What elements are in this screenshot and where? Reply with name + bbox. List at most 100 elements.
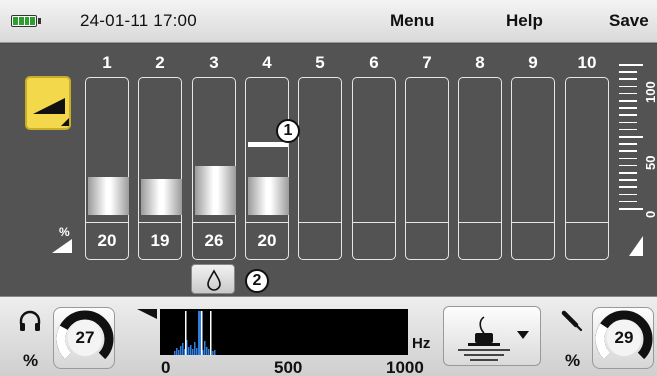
spectrum-line — [210, 311, 212, 355]
spectrum-bar — [188, 347, 190, 355]
scale-label-50: 50 — [643, 155, 657, 170]
channel-peak-marker — [248, 142, 288, 147]
spectrum-bar — [192, 349, 194, 355]
channel-value — [405, 222, 449, 260]
channel-level-fill — [140, 179, 182, 215]
ramp-right-icon — [629, 236, 643, 256]
scale-tick — [619, 85, 637, 88]
channel-value — [352, 222, 396, 260]
sensor-select-button[interactable] — [443, 306, 541, 366]
channel-number: 1 — [102, 53, 112, 72]
channel-number: 10 — [577, 53, 597, 72]
headphone-volume-value: 27 — [75, 328, 95, 347]
menu-button[interactable]: Menu — [390, 11, 434, 31]
scale-tick — [619, 179, 637, 181]
volume-mode-button[interactable] — [25, 76, 71, 130]
date-time: 24-01-11 17:00 — [80, 11, 197, 30]
channel-7[interactable] — [405, 77, 449, 261]
channel-level-fill — [87, 177, 129, 215]
scale-tick — [619, 164, 637, 167]
headphones-icon — [19, 310, 41, 331]
channel-number: 8 — [475, 53, 485, 72]
scale-tick — [619, 114, 637, 116]
scale-tick — [619, 186, 637, 188]
ramp-left-icon — [52, 239, 72, 253]
channel-1[interactable]: 20 — [85, 77, 129, 261]
channel-value — [511, 222, 555, 260]
headphone-volume-gauge[interactable]: 27 — [53, 307, 115, 369]
callout-1: 1 — [276, 119, 300, 143]
scale-tick — [619, 157, 637, 160]
channel-value: 26 — [192, 222, 236, 260]
channel-level-bar — [405, 77, 449, 222]
microphone-icon — [561, 310, 583, 332]
spectrum-bar — [212, 351, 214, 355]
channel-value — [458, 222, 502, 260]
spectrum-bar — [214, 350, 216, 355]
help-button[interactable]: Help — [506, 11, 543, 31]
battery-full-icon — [11, 15, 41, 27]
channel-5[interactable] — [298, 77, 342, 261]
spectrum-line — [185, 311, 187, 355]
scale-label-100: 100 — [643, 81, 657, 103]
callout-2: 2 — [245, 269, 269, 293]
channel-9[interactable] — [511, 77, 555, 261]
channel-value: 19 — [138, 222, 182, 260]
spectrum-line — [198, 311, 201, 355]
scale-tick — [619, 100, 637, 102]
channel-8[interactable] — [458, 77, 502, 261]
channel-number: 7 — [422, 53, 432, 72]
channel-number: 6 — [369, 53, 379, 72]
microphone-volume-value: 29 — [614, 328, 634, 347]
channel-number: 2 — [155, 53, 165, 72]
channel-level-bar — [298, 77, 342, 222]
scale-tick — [619, 64, 643, 66]
channel-4[interactable]: 20 — [245, 77, 289, 261]
channel-level-bar — [192, 77, 236, 222]
headphone-percent-label: % — [23, 351, 39, 370]
microphone-volume-gauge[interactable]: 29 — [592, 307, 654, 369]
scale-label-0: 0 — [643, 210, 657, 218]
save-button[interactable]: Save — [609, 11, 649, 31]
spectrum-bar — [180, 346, 182, 355]
scale-tick — [619, 128, 637, 131]
microphone-percent-label: % — [565, 351, 581, 370]
frequency-spectrum — [160, 309, 408, 355]
scale-tick — [619, 193, 637, 196]
channel-level-fill — [194, 166, 236, 215]
channel-level-bar — [511, 77, 555, 222]
triangle-down-icon — [517, 331, 529, 339]
spectrum-unit-label: Hz — [412, 335, 431, 352]
channel-level-bar — [138, 77, 182, 222]
spectrum-bar — [196, 348, 198, 355]
spectrum-bar — [194, 342, 196, 355]
level-scale: 100 50 0 — [619, 64, 657, 218]
scale-tick — [619, 121, 637, 124]
spectrum-bar — [178, 350, 180, 355]
channel-3[interactable]: 26 — [192, 77, 236, 261]
scale-tick — [619, 150, 637, 152]
spectrum-bar — [174, 351, 176, 355]
bottom-bar: % 27 Hz 0 500 1000 % 29 — [0, 296, 657, 376]
channel-2[interactable]: 19 — [138, 77, 182, 261]
channel-10[interactable] — [565, 77, 609, 261]
scale-tick — [619, 208, 643, 210]
spectrum-bar — [182, 343, 184, 355]
channel-number: 5 — [315, 53, 325, 72]
channel-value — [298, 222, 342, 260]
spectrum-ramp-icon — [137, 309, 157, 319]
spectrum-bar — [208, 349, 210, 355]
scale-tick — [619, 136, 643, 138]
scale-tick — [619, 92, 637, 95]
spectrum-tick-0: 0 — [161, 358, 171, 376]
scale-tick — [619, 172, 637, 174]
channel-number: 4 — [262, 53, 272, 72]
spectrum-tick-500: 500 — [274, 358, 303, 376]
channel-level-bar — [85, 77, 129, 222]
filter-button[interactable] — [191, 264, 235, 294]
channel-level-bar — [352, 77, 396, 222]
channel-6[interactable] — [352, 77, 396, 261]
spectrum-bar — [206, 347, 208, 355]
scale-tick — [619, 107, 637, 109]
channel-value — [565, 222, 609, 260]
